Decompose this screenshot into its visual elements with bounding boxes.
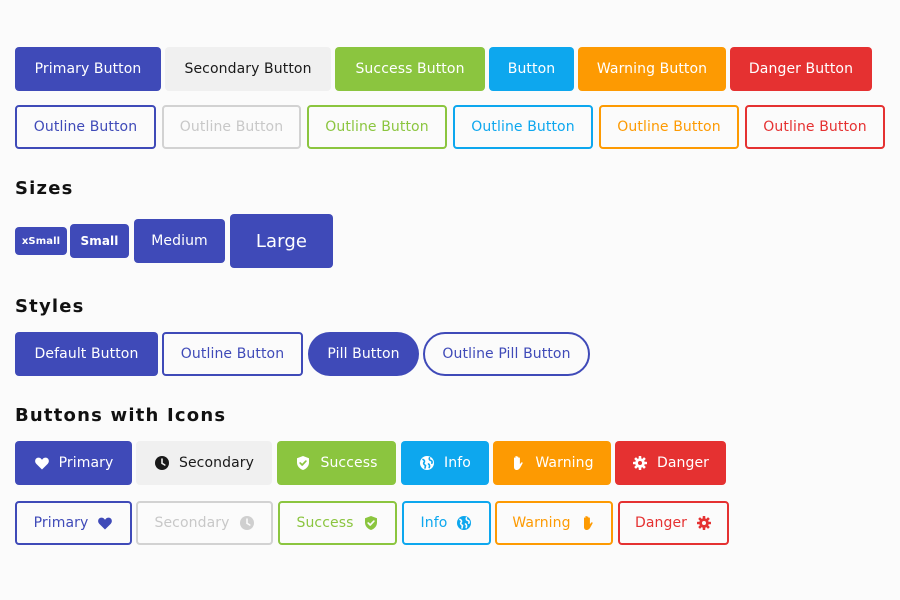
clock-icon bbox=[154, 455, 170, 471]
outline-secondary-icon-button-label: Secondary bbox=[154, 515, 230, 531]
warning-button[interactable]: Warning Button bbox=[578, 47, 726, 91]
outline-warning-button[interactable]: Outline Button bbox=[599, 105, 739, 149]
outline-info-icon-button[interactable]: Info bbox=[402, 501, 491, 545]
outline-style-button[interactable]: Outline Button bbox=[162, 332, 303, 376]
outline-icon-buttons-row: Primary Secondary Success Info Warning D… bbox=[15, 501, 729, 545]
secondary-icon-button[interactable]: Secondary bbox=[136, 441, 272, 485]
pill-button[interactable]: Pill Button bbox=[308, 332, 419, 376]
outline-success-icon-button-label: Success bbox=[296, 515, 354, 531]
sizes-heading: Sizes bbox=[15, 178, 74, 199]
danger-icon-button[interactable]: Danger bbox=[615, 441, 726, 485]
outline-secondary-icon-button[interactable]: Secondary bbox=[136, 501, 273, 545]
primary-button[interactable]: Primary Button bbox=[15, 47, 161, 91]
outline-danger-button[interactable]: Outline Button bbox=[745, 105, 885, 149]
hand-icon bbox=[580, 515, 596, 531]
outline-warning-icon-button-label: Warning bbox=[512, 515, 571, 531]
outline-pill-button[interactable]: Outline Pill Button bbox=[423, 332, 590, 376]
outline-info-icon-button-label: Info bbox=[420, 515, 448, 531]
secondary-icon-button-label: Secondary bbox=[178, 455, 255, 471]
styles-row: Default Button Outline Button Pill Butto… bbox=[15, 332, 590, 376]
secondary-button[interactable]: Secondary Button bbox=[165, 47, 331, 91]
success-button[interactable]: Success Button bbox=[335, 47, 485, 91]
icons-heading: Buttons with Icons bbox=[15, 405, 227, 426]
danger-button[interactable]: Danger Button bbox=[730, 47, 872, 91]
shield-check-icon bbox=[295, 455, 311, 471]
info-button[interactable]: Button bbox=[489, 47, 574, 91]
info-icon-button-label: Info bbox=[444, 455, 471, 471]
default-button[interactable]: Default Button bbox=[15, 332, 158, 376]
xsmall-button[interactable]: xSmall bbox=[15, 227, 67, 255]
solid-buttons-row: Primary Button Secondary Button Success … bbox=[15, 47, 872, 91]
success-icon-button-label: Success bbox=[320, 455, 378, 471]
outline-primary-icon-button[interactable]: Primary bbox=[15, 501, 132, 545]
outline-success-button[interactable]: Outline Button bbox=[307, 105, 447, 149]
outline-info-button[interactable]: Outline Button bbox=[453, 105, 593, 149]
outline-warning-icon-button[interactable]: Warning bbox=[495, 501, 613, 545]
info-icon-button[interactable]: Info bbox=[401, 441, 489, 485]
primary-icon-button[interactable]: Primary bbox=[15, 441, 132, 485]
solid-icon-buttons-row: Primary Secondary Success Info Warning D… bbox=[15, 441, 726, 485]
success-icon-button[interactable]: Success bbox=[277, 441, 396, 485]
gear-icon bbox=[632, 455, 648, 471]
outline-primary-icon-button-label: Primary bbox=[33, 515, 89, 531]
primary-icon-button-label: Primary bbox=[58, 455, 114, 471]
outline-danger-icon-button-label: Danger bbox=[634, 515, 688, 531]
shield-check-icon bbox=[363, 515, 379, 531]
outline-primary-button[interactable]: Outline Button bbox=[15, 105, 156, 149]
gear-icon bbox=[696, 515, 712, 531]
hand-icon bbox=[510, 455, 526, 471]
globe-icon bbox=[419, 455, 435, 471]
outline-secondary-button[interactable]: Outline Button bbox=[162, 105, 301, 149]
styles-heading: Styles bbox=[15, 296, 85, 317]
outline-buttons-row: Outline Button Outline Button Outline Bu… bbox=[15, 105, 885, 149]
outline-danger-icon-button[interactable]: Danger bbox=[618, 501, 729, 545]
small-button[interactable]: Small bbox=[70, 224, 129, 258]
sizes-row: xSmall Small Medium Large bbox=[15, 214, 333, 268]
warning-icon-button[interactable]: Warning bbox=[493, 441, 611, 485]
warning-icon-button-label: Warning bbox=[535, 455, 594, 471]
medium-button[interactable]: Medium bbox=[134, 219, 225, 263]
clock-icon bbox=[239, 515, 255, 531]
outline-success-icon-button[interactable]: Success bbox=[278, 501, 397, 545]
globe-icon bbox=[456, 515, 472, 531]
heart-icon bbox=[97, 515, 113, 531]
danger-icon-button-label: Danger bbox=[656, 455, 710, 471]
large-button[interactable]: Large bbox=[230, 214, 333, 268]
heart-icon bbox=[34, 455, 50, 471]
